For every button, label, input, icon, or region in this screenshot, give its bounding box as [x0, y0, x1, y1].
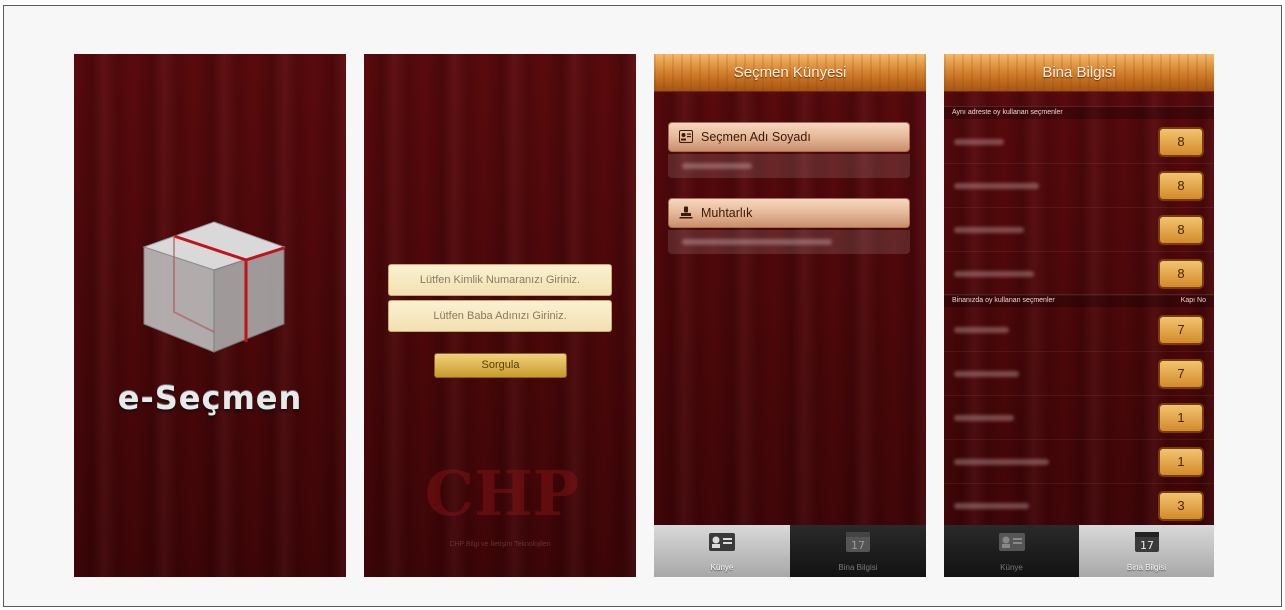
tab-kunye[interactable]: Künye — [654, 525, 790, 577]
tab-kunye[interactable]: Künye — [944, 525, 1079, 577]
calendar-badge: 17 — [1140, 539, 1154, 552]
tab-bina-label: Bina Bilgisi — [838, 563, 878, 572]
redacted-text — [954, 227, 1024, 233]
id-card-icon — [998, 533, 1025, 551]
calendar-17-icon: 17 — [846, 532, 870, 552]
id-card-icon — [679, 130, 693, 143]
redacted-text — [954, 327, 1009, 333]
id-card-icon — [709, 533, 735, 551]
bina-screen: Bina Bilgisi Aynı adreste oy kullanan se… — [944, 54, 1214, 577]
nav-title: Seçmen Künyesi — [654, 54, 926, 92]
login-screen: Lütfen Kimlik Numaranızı Giriniz. Lütfen… — [364, 54, 636, 577]
tab-kunye-label: Künye — [710, 563, 734, 572]
calendar-badge: 17 — [851, 539, 865, 552]
baba-adi-input[interactable]: Lütfen Baba Adınızı Giriniz. — [388, 300, 612, 332]
redacted-text — [954, 139, 1004, 145]
secmen-adi-value — [668, 154, 910, 178]
redacted-text — [954, 415, 1014, 421]
list-item[interactable]: 8 — [944, 120, 1214, 164]
list-item[interactable]: 8 — [944, 252, 1214, 296]
redacted-text — [954, 371, 1019, 377]
list-item[interactable]: 8 — [944, 208, 1214, 252]
stamp-icon — [679, 206, 693, 219]
footer-credit: CHP Bilgi ve İletişim Teknolojileri — [449, 541, 551, 548]
door-number-badge: 8 — [1158, 127, 1204, 157]
redacted-text — [954, 503, 1029, 509]
door-column-header: Kapı No — [1180, 297, 1206, 304]
list-item[interactable]: 1 — [944, 396, 1214, 440]
redacted-text — [954, 271, 1034, 277]
list-item[interactable]: 3 — [944, 484, 1214, 528]
tab-bar: Künye 17 Bina Bilgisi — [654, 525, 926, 577]
door-number-badge: 8 — [1158, 259, 1204, 289]
section-building: Binanızda oy kullanan seçmenler Kapı No — [944, 294, 1214, 307]
tab-bina-bilgisi[interactable]: 17 Bina Bilgisi — [1079, 525, 1214, 577]
section-building-label: Binanızda oy kullanan seçmenler — [952, 297, 1055, 304]
chp-watermark-logo: CHP — [424, 457, 580, 530]
app-name: e-Seçmen — [117, 379, 303, 417]
tab-bina-bilgisi[interactable]: 17 Bina Bilgisi — [790, 525, 926, 577]
kimlik-no-input[interactable]: Lütfen Kimlik Numaranızı Giriniz. — [388, 264, 612, 296]
kunye-screen: Seçmen Künyesi Seçmen Adı Soyadı Muhtarl… — [654, 54, 926, 577]
door-number-badge: 7 — [1158, 315, 1204, 345]
tab-bar: Künye 17 Bina Bilgisi — [944, 525, 1214, 577]
section-same-address-label: Aynı adreste oy kullanan seçmenler — [952, 109, 1063, 116]
list-item[interactable]: 8 — [944, 164, 1214, 208]
showcase-frame: e-Seçmen Lütfen Kimlik Numaranızı Girini… — [3, 5, 1282, 607]
nav-title: Bina Bilgisi — [944, 54, 1214, 92]
door-number-badge: 8 — [1158, 215, 1204, 245]
splash-screen: e-Seçmen — [74, 54, 346, 577]
redacted-text — [682, 239, 832, 245]
calendar-17-icon: 17 — [1134, 532, 1159, 552]
muhtarlik-label: Muhtarlık — [701, 206, 753, 220]
redacted-text — [682, 163, 752, 169]
muhtarlik-header[interactable]: Muhtarlık — [668, 198, 910, 228]
redacted-text — [954, 459, 1049, 465]
list-item[interactable]: 7 — [944, 308, 1214, 352]
secmen-adi-label: Seçmen Adı Soyadı — [701, 130, 811, 144]
list-item[interactable]: 1 — [944, 440, 1214, 484]
door-number-badge: 1 — [1158, 403, 1204, 433]
tab-bina-label: Bina Bilgisi — [1126, 563, 1167, 572]
door-number-badge: 7 — [1158, 359, 1204, 389]
door-number-badge: 8 — [1158, 171, 1204, 201]
section-same-address: Aynı adreste oy kullanan seçmenler — [944, 106, 1214, 119]
list-item[interactable]: 7 — [944, 352, 1214, 396]
sorgula-button[interactable]: Sorgula — [434, 353, 567, 378]
ballot-box-logo — [142, 221, 286, 353]
redacted-text — [954, 183, 1039, 189]
door-number-badge: 3 — [1158, 491, 1204, 521]
door-number-badge: 1 — [1158, 447, 1204, 477]
muhtarlik-value — [668, 230, 910, 254]
secmen-adi-header[interactable]: Seçmen Adı Soyadı — [668, 122, 910, 152]
tab-kunye-label: Künye — [1000, 563, 1023, 572]
